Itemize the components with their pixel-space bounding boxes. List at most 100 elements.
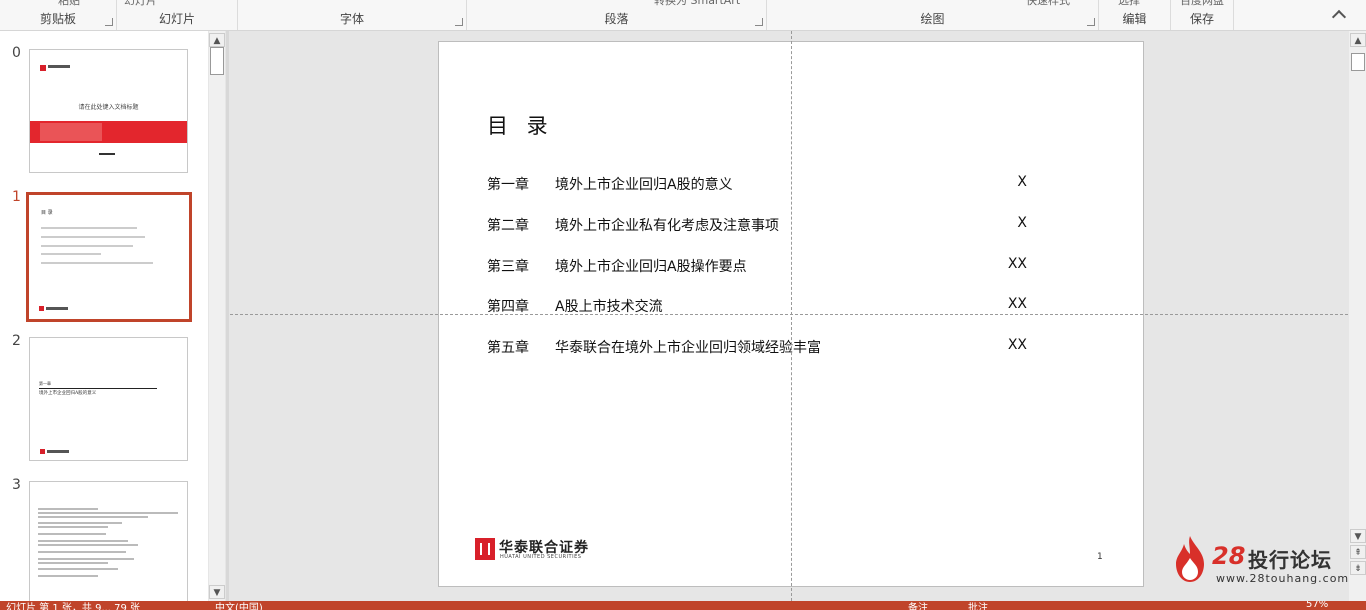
thumb-text-line <box>38 540 128 542</box>
slide-count-status: 幻灯片 第 1 张，共 9... 79 张 <box>6 603 141 610</box>
dialog-launcher-icon[interactable] <box>1087 18 1095 26</box>
scroll-thumb[interactable] <box>1351 53 1365 71</box>
thumbnail-red-band <box>30 121 187 143</box>
toc-page: XX <box>1007 296 1027 312</box>
slide-title[interactable]: 目 录 <box>487 110 554 140</box>
ribbon-group-slides: 幻灯片 <box>117 0 238 30</box>
slide-editor-canvas: 目 录 第一章 境外上市企业回归A股的意义 X 第二章 境外上市企业私有化考虑及… <box>230 31 1348 601</box>
toc-page: X <box>1017 215 1027 231</box>
previous-slide-icon[interactable]: ⇞ <box>1350 545 1366 559</box>
ribbon-group-clipboard: 剪贴板 <box>0 0 117 30</box>
ribbon-group-label: 段落 <box>604 12 629 26</box>
thumbnail-number: 0 <box>12 45 21 61</box>
slide-thumbnail-1[interactable]: 目 录 <box>26 192 192 322</box>
ribbon-group-label: 绘图 <box>920 12 945 26</box>
toc-chapter: 第二章 <box>487 218 529 234</box>
logo-mark-icon <box>40 449 45 454</box>
thumb-text-line <box>41 236 145 238</box>
thumb-text-line <box>38 522 122 524</box>
thumbnail-title: 目 录 <box>41 210 53 216</box>
ribbon-group-paragraph: 段落 <box>467 0 767 30</box>
thumb-text-line <box>38 508 98 510</box>
thumb-text-line <box>38 568 118 570</box>
ribbon-group-label: 剪贴板 <box>39 12 76 26</box>
logo-mark-icon <box>40 65 46 71</box>
toc-row[interactable]: 第三章 境外上市企业回归A股操作要点 XX <box>487 256 1027 278</box>
company-logo: 华泰联合证券 HUATAI UNITED SECURITIES <box>475 538 595 562</box>
thumbnail-subtitle: 境外上市企业回归A股的意义 <box>39 391 97 396</box>
watermark-number: 28 <box>1212 542 1246 570</box>
thumbnail-title: 第一章 <box>39 381 51 386</box>
slide-thumbnail-pane: 0 请在此处键入文档标题 1 目 录 2 第一章 境外上市企业回归A股的意义 3 <box>0 31 208 601</box>
thumb-text-line <box>38 533 106 535</box>
toc-page: X <box>1017 174 1027 190</box>
ribbon-group-drawing: 绘图 <box>767 0 1099 30</box>
notes-button[interactable]: 备注 <box>908 601 928 610</box>
ribbon-group-label: 幻灯片 <box>158 12 195 26</box>
toc-row[interactable]: 第二章 境外上市企业私有化考虑及注意事项 X <box>487 215 1027 237</box>
toc-chapter: 第一章 <box>487 177 529 193</box>
toc-chapter: 第五章 <box>487 340 529 356</box>
scroll-down-icon[interactable]: ▼ <box>1350 529 1366 543</box>
thumbnail-number: 3 <box>12 477 21 493</box>
toc-row[interactable]: 第五章 华泰联合在境外上市企业回归领域经验丰富 XX <box>487 337 1027 359</box>
thumb-text-line <box>41 245 133 247</box>
logo-english-name: HUATAI UNITED SECURITIES <box>500 554 582 560</box>
dialog-launcher-icon[interactable] <box>455 18 463 26</box>
next-slide-icon[interactable]: ⇟ <box>1350 561 1366 575</box>
editor-scrollbar[interactable]: ▲ ▼ ⇞ ⇟ <box>1349 31 1366 601</box>
thumb-text-line <box>41 227 137 229</box>
forum-watermark: 28 投行论坛 www.28touhang.com <box>1172 536 1350 586</box>
scroll-down-icon[interactable]: ▼ <box>209 585 225 599</box>
status-bar: 幻灯片 第 1 张，共 9... 79 张 中文(中国) 备注 批注 57% <box>0 601 1366 610</box>
dialog-launcher-icon[interactable] <box>105 18 113 26</box>
scroll-up-icon[interactable]: ▲ <box>209 33 225 47</box>
toc-title: 境外上市企业私有化考虑及注意事项 <box>555 218 779 234</box>
toc-page: XX <box>1007 256 1027 272</box>
thumb-text-line <box>38 526 108 528</box>
scroll-thumb[interactable] <box>210 47 224 75</box>
horizontal-guide[interactable] <box>230 314 1348 315</box>
thumb-text-line <box>38 544 138 546</box>
slide-page-number: 1 <box>1097 552 1103 562</box>
thumbnail-scrollbar[interactable]: ▲ ▼ <box>209 31 225 601</box>
vertical-guide[interactable] <box>791 31 792 601</box>
ribbon-group-label: 编辑 <box>1122 12 1147 26</box>
slide-thumbnail-0[interactable]: 请在此处键入文档标题 <box>29 49 188 173</box>
language-status[interactable]: 中文(中国) <box>215 601 263 610</box>
thumbnail-title: 请在此处键入文档标题 <box>78 104 139 111</box>
slide-thumbnail-3[interactable] <box>29 481 188 601</box>
thumb-logo-text-line <box>47 450 69 453</box>
thumb-text-line <box>38 512 178 514</box>
toc-chapter: 第四章 <box>487 299 529 315</box>
pane-splitter[interactable] <box>226 31 229 601</box>
ribbon-group-editing: 编辑 <box>1099 0 1171 30</box>
thumb-text-line <box>38 575 98 577</box>
comments-button[interactable]: 批注 <box>968 601 988 610</box>
collapse-ribbon-icon[interactable] <box>1331 9 1347 25</box>
thumb-logo-text-line <box>46 307 68 310</box>
thumb-text-line <box>38 562 108 564</box>
scroll-up-icon[interactable]: ▲ <box>1350 33 1366 47</box>
building-image <box>40 123 102 141</box>
thumbnail-number: 1 <box>12 189 21 205</box>
thumb-logo-text-line <box>48 65 70 68</box>
flame-icon <box>1176 536 1204 582</box>
zoom-level[interactable]: 57% <box>1306 601 1328 610</box>
slide-thumbnail-2[interactable]: 第一章 境外上市企业回归A股的意义 <box>29 337 188 461</box>
thumbnail-number: 2 <box>12 333 21 349</box>
ribbon: 粘贴 幻灯片 转换为 SmartArt 快速样式 选择 百度网盘 剪贴板 幻灯片… <box>0 0 1366 31</box>
thumb-footer-line <box>99 153 115 155</box>
thumb-text-line <box>41 253 101 255</box>
ribbon-group-save: 保存 <box>1171 0 1234 30</box>
ribbon-group-label: 保存 <box>1189 12 1214 26</box>
thumb-text-line <box>38 551 126 553</box>
toc-chapter: 第三章 <box>487 259 529 275</box>
dialog-launcher-icon[interactable] <box>755 18 763 26</box>
thumb-text-line <box>41 262 153 264</box>
thumb-rule <box>39 388 157 389</box>
ribbon-group-label: 字体 <box>339 12 364 26</box>
toc-title: 境外上市企业回归A股的意义 <box>555 177 733 193</box>
toc-row[interactable]: 第一章 境外上市企业回归A股的意义 X <box>487 174 1027 196</box>
watermark-url: www.28touhang.com <box>1216 572 1350 585</box>
